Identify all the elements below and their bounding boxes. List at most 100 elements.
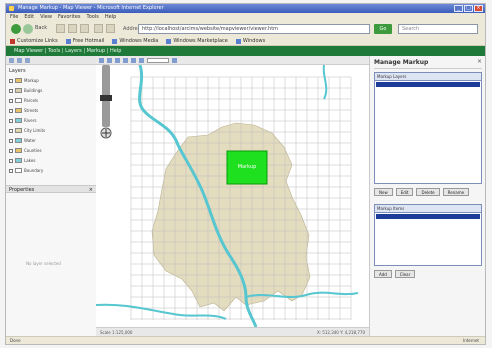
layer-label: Markup xyxy=(24,78,39,83)
zoom-slider[interactable] xyxy=(96,65,116,140)
stop-icon[interactable] xyxy=(56,24,65,33)
menu-help[interactable]: Help xyxy=(105,13,116,21)
clear-button[interactable]: Clear xyxy=(394,270,416,278)
markup-label: Markup xyxy=(237,164,257,170)
markup-items-list[interactable]: Markup Items xyxy=(374,204,482,266)
link-icon xyxy=(65,38,71,44)
properties-note: No layer selected xyxy=(26,261,61,266)
edit-button[interactable]: Edit xyxy=(395,188,414,196)
link-item[interactable]: Windows xyxy=(235,37,265,45)
markup-layers-list[interactable]: Markup Layers xyxy=(374,72,482,184)
home-icon[interactable] xyxy=(80,24,89,33)
map-view[interactable]: Markup xyxy=(96,65,369,327)
list-item-selected[interactable] xyxy=(376,82,480,87)
delete-button[interactable]: Delete xyxy=(416,188,440,196)
browser-icon xyxy=(9,6,14,11)
layer-label: Buildings xyxy=(24,88,43,93)
rename-button[interactable]: Rename xyxy=(442,188,470,196)
zoom-in-icon[interactable] xyxy=(99,57,104,63)
layer-select[interactable] xyxy=(147,57,169,63)
layer-item[interactable]: Markup xyxy=(9,78,39,83)
layer-label: Water xyxy=(24,138,36,143)
layer-swatch-icon xyxy=(15,88,22,93)
back-button[interactable] xyxy=(11,24,21,34)
zoom-out-icon[interactable] xyxy=(107,57,112,63)
layers-toolbar xyxy=(6,56,96,65)
link-icon xyxy=(112,38,118,44)
properties-label: Properties xyxy=(9,187,35,193)
layer-item[interactable]: Water xyxy=(9,138,36,143)
layer-label: Counties xyxy=(24,148,42,153)
add-button[interactable]: Add xyxy=(374,270,392,278)
layer-visibility-checkbox[interactable] xyxy=(9,98,13,103)
refresh-icon[interactable] xyxy=(68,24,77,33)
forward-button[interactable] xyxy=(23,24,33,34)
address-bar[interactable]: http://localhost/arcims/website/mapviewe… xyxy=(138,24,370,34)
layer-swatch-icon xyxy=(15,108,22,113)
layer-swatch-icon xyxy=(15,138,22,143)
close-icon[interactable]: × xyxy=(89,186,93,194)
identify-icon[interactable] xyxy=(123,57,128,63)
divider xyxy=(374,68,482,69)
layer-item[interactable]: Boundary xyxy=(9,168,43,173)
list-item-selected[interactable] xyxy=(376,214,480,219)
layer-visibility-checkbox[interactable] xyxy=(9,138,13,143)
zoom-slider-thumb[interactable] xyxy=(100,95,112,101)
map-status-bar: Scale 1:125,000 X: 512,340 Y: 4,218,770 xyxy=(96,327,369,336)
layer-visibility-checkbox[interactable] xyxy=(9,118,13,123)
status-text: Done xyxy=(10,338,21,343)
measure-icon[interactable] xyxy=(139,57,144,63)
layer-item[interactable]: Streets xyxy=(9,108,38,113)
link-item[interactable]: Windows Marketplace xyxy=(166,37,228,45)
menu-tools[interactable]: Tools xyxy=(87,13,99,21)
layer-visibility-checkbox[interactable] xyxy=(9,128,13,133)
pan-icon[interactable] xyxy=(115,57,120,63)
layer-item[interactable]: Buildings xyxy=(9,88,42,93)
link-item[interactable]: Windows Media xyxy=(112,37,158,45)
close-button[interactable]: × xyxy=(474,5,483,12)
menu-edit[interactable]: Edit xyxy=(24,13,34,21)
menu-file[interactable]: File xyxy=(10,13,18,21)
layer-item[interactable]: Parcels xyxy=(9,98,38,103)
layer-visibility-checkbox[interactable] xyxy=(9,88,13,93)
layer-visibility-checkbox[interactable] xyxy=(9,158,13,163)
map-scale: Scale 1:125,000 xyxy=(100,330,133,335)
back-label: Back xyxy=(35,25,48,31)
link-icon xyxy=(166,38,172,44)
layer-visibility-checkbox[interactable] xyxy=(9,108,13,113)
map-toolbar xyxy=(96,56,369,65)
layer-visibility-checkbox[interactable] xyxy=(9,78,13,83)
print-icon[interactable] xyxy=(172,57,177,63)
layer-label: Rivers xyxy=(24,118,37,123)
window-title: Manage Markup - Map Viewer - Microsoft I… xyxy=(18,5,164,11)
menu-favorites[interactable]: Favorites xyxy=(58,13,81,21)
layer-item[interactable]: City Limits xyxy=(9,128,45,133)
layer-swatch-icon xyxy=(15,78,22,83)
layer-visibility-checkbox[interactable] xyxy=(9,148,13,153)
map-canvas[interactable] xyxy=(96,65,369,327)
menu-view[interactable]: View xyxy=(40,13,52,21)
new-button[interactable]: New xyxy=(374,188,393,196)
close-icon[interactable]: × xyxy=(477,58,482,65)
full-extent-icon[interactable] xyxy=(131,57,136,63)
layer-item[interactable]: Lakes xyxy=(9,158,35,163)
menu-bar: File Edit View Favorites Tools Help xyxy=(6,13,485,21)
search-input[interactable]: Search xyxy=(398,24,478,34)
minimize-button[interactable]: _ xyxy=(454,5,463,12)
link-item[interactable]: Free Hotmail xyxy=(65,37,104,45)
layer-up-icon[interactable] xyxy=(25,57,30,63)
zone-text: Internet xyxy=(463,338,479,343)
layer-item[interactable]: Counties xyxy=(9,148,42,153)
layer-visibility-checkbox[interactable] xyxy=(9,168,13,173)
add-layer-icon[interactable] xyxy=(9,57,14,63)
favorites-icon[interactable] xyxy=(94,24,103,33)
go-button[interactable]: Go xyxy=(374,24,392,34)
layer-item[interactable]: Rivers xyxy=(9,118,36,123)
link-item[interactable]: Customize Links xyxy=(10,37,58,45)
layers-heading: Layers xyxy=(9,68,26,74)
history-icon[interactable] xyxy=(106,24,115,33)
layer-label: Lakes xyxy=(24,158,36,163)
remove-layer-icon[interactable] xyxy=(17,57,22,63)
maximize-button[interactable]: □ xyxy=(464,5,473,12)
layer-swatch-icon xyxy=(15,158,22,163)
